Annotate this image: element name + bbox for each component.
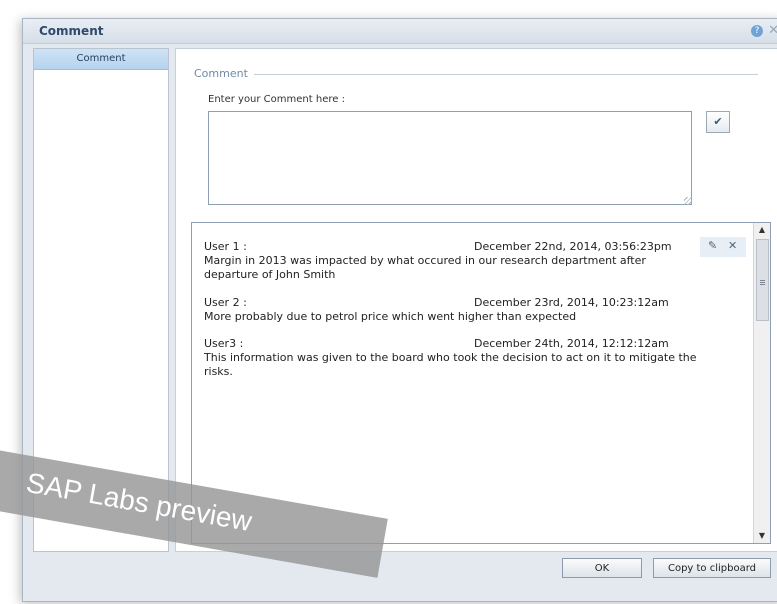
help-icon[interactable]: ? bbox=[751, 25, 763, 37]
comment-date: December 24th, 2014, 12:12:12am bbox=[474, 337, 669, 350]
comment-user: User3 : bbox=[204, 337, 244, 350]
section-divider bbox=[246, 74, 758, 75]
comment-input[interactable] bbox=[208, 111, 692, 205]
thumb-grip bbox=[760, 280, 765, 286]
edit-icon[interactable]: ✎ bbox=[708, 239, 717, 252]
ok-button[interactable]: OK bbox=[562, 558, 642, 578]
checkmark-icon: ✔ bbox=[713, 115, 723, 128]
comment-user: User 1 : bbox=[204, 240, 247, 253]
sidebar-tab-comment[interactable]: Comment bbox=[34, 49, 168, 70]
resize-grip[interactable] bbox=[684, 197, 692, 205]
copy-to-clipboard-button[interactable]: Copy to clipboard bbox=[653, 558, 771, 578]
comment-text: Margin in 2013 was impacted by what occu… bbox=[204, 254, 646, 281]
scroll-up-icon[interactable]: ▲ bbox=[754, 223, 770, 237]
section-title: Comment bbox=[194, 67, 254, 80]
delete-icon[interactable]: ✕ bbox=[728, 239, 737, 252]
dialog-title: Comment bbox=[39, 24, 104, 38]
comment-text: This information was given to the board … bbox=[204, 351, 697, 378]
comment-text: More probably due to petrol price which … bbox=[204, 310, 577, 323]
comment-input-label: Enter your Comment here : bbox=[208, 94, 345, 105]
comment-date: December 23rd, 2014, 10:23:12am bbox=[474, 296, 669, 309]
comment-date: December 22nd, 2014, 03:56:23pm bbox=[474, 240, 672, 253]
scroll-down-icon[interactable]: ▼ bbox=[754, 529, 770, 543]
close-icon[interactable]: ✕ bbox=[768, 23, 777, 38]
comments-list[interactable]: ✎ ✕ User 1 : December 22nd, 2014, 03:56:… bbox=[191, 222, 771, 544]
submit-comment-button[interactable]: ✔ bbox=[706, 111, 730, 133]
comment-panel: Comment Enter your Comment here : ✔ ✎ ✕ … bbox=[175, 48, 777, 552]
comment-actions: ✎ ✕ bbox=[700, 237, 746, 257]
title-bar: Comment ? ✕ bbox=[23, 19, 777, 44]
comment-user: User 2 : bbox=[204, 296, 247, 309]
comments-scrollbar[interactable]: ▲ ▼ bbox=[753, 223, 770, 543]
scroll-thumb[interactable] bbox=[756, 239, 769, 321]
